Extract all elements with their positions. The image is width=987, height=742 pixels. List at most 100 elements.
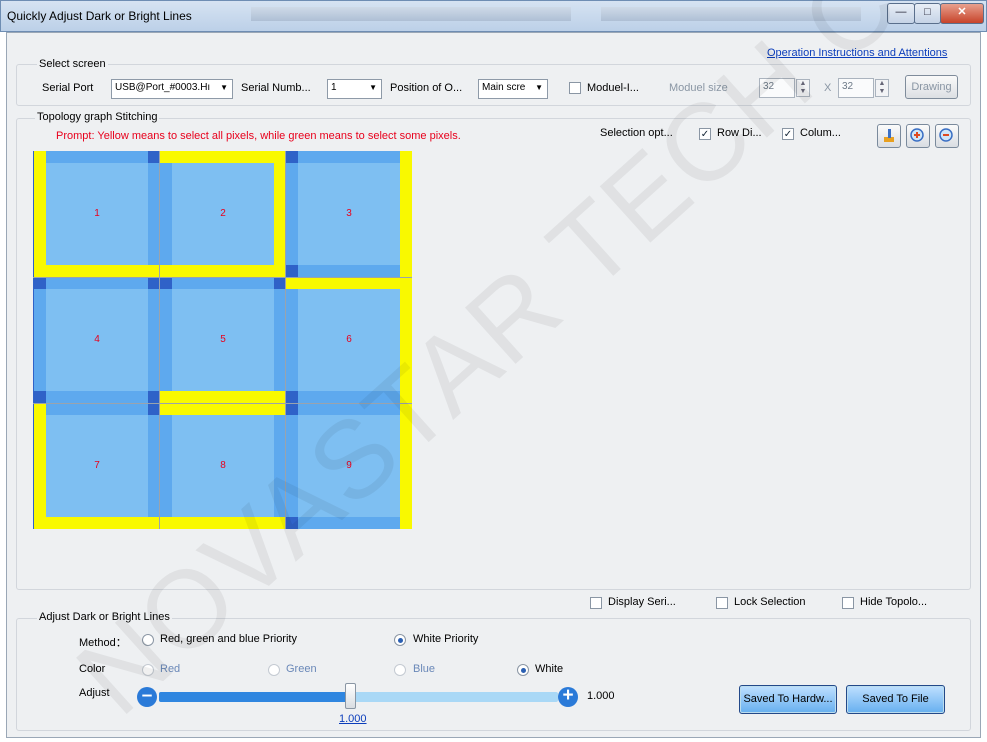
method-rgb-radio[interactable] [142, 634, 154, 646]
adjust-slider-track[interactable] [159, 683, 558, 709]
module-checkbox[interactable] [569, 82, 581, 94]
lock-selection-label: Lock Selection [734, 596, 806, 608]
topology-cell[interactable]: 6 [286, 277, 412, 403]
cell-edge [46, 277, 148, 289]
topology-cell[interactable]: 4 [34, 277, 160, 403]
cell-selected-edge [160, 517, 286, 529]
color-green-radio[interactable] [268, 664, 280, 676]
selection-options-label: Selection opt... [600, 127, 673, 139]
title-bar: Quickly Adjust Dark or Bright Lines — □ … [0, 0, 987, 32]
serial-port-value: USB@Port_#0003.Hı [115, 82, 211, 93]
drawing-button[interactable]: Drawing [905, 75, 958, 99]
adjust-slider-fill [159, 692, 351, 702]
column-direction-label: Colum... [800, 127, 841, 139]
position-select[interactable]: Main scre ▼ [478, 79, 548, 99]
minimize-button[interactable]: — [887, 3, 915, 24]
color-label: Color [79, 663, 106, 675]
topology-cell[interactable]: 2 [160, 151, 286, 277]
cell-selected-edge [160, 391, 286, 403]
maximize-button[interactable]: □ [914, 3, 941, 24]
grid-divider [159, 151, 160, 529]
serial-port-label: Serial Port [42, 82, 94, 94]
topology-cell[interactable]: 8 [160, 403, 286, 529]
plus-icon: + [562, 685, 574, 706]
module-width-input[interactable]: 32 [759, 78, 795, 98]
increase-button[interactable]: + [558, 685, 578, 707]
hide-topology-label: Hide Topolo... [860, 596, 928, 608]
adjust-label: Adjust [79, 687, 110, 699]
close-icon: ✕ [957, 6, 967, 18]
module-width-spinner[interactable]: ▲ ▼ [796, 79, 810, 97]
module-size-label: Moduel size [669, 82, 728, 94]
minus-icon: – [141, 685, 153, 706]
hide-topology-checkbox[interactable] [842, 597, 854, 609]
cell-edge [298, 403, 400, 415]
topology-cell[interactable]: 9 [286, 403, 412, 529]
close-button[interactable]: ✕ [940, 3, 984, 24]
color-blue-label: Blue [413, 663, 436, 675]
cell-selected-edge [160, 265, 286, 277]
cell-number: 9 [346, 460, 352, 471]
position-label: Position of O... [390, 82, 463, 94]
save-to-hardware-button[interactable]: Saved To Hardw... [739, 685, 837, 714]
topology-canvas[interactable]: 1 2 3 4 5 6 7 8 9 [33, 151, 412, 529]
topology-cell[interactable]: 7 [34, 403, 160, 529]
serial-port-select[interactable]: USB@Port_#0003.Hı ▼ [111, 79, 233, 99]
row-direction-label: Row Di... [717, 127, 762, 139]
cell-edge [172, 277, 274, 289]
position-value: Main scre [482, 82, 526, 93]
decrease-button[interactable]: – [137, 685, 157, 707]
save-to-file-button[interactable]: Saved To File [846, 685, 945, 714]
maximize-icon: □ [924, 6, 931, 18]
cell-number: 4 [94, 334, 100, 345]
cell-selected-edge [160, 151, 286, 163]
adjust-group-label: Adjust Dark or Bright Lines [37, 611, 172, 623]
topology-cell[interactable]: 3 [286, 151, 412, 277]
serial-number-value: 1 [331, 82, 337, 93]
cell-edge [46, 151, 148, 163]
topology-prompt: Prompt: Yellow means to select all pixel… [56, 130, 461, 142]
cell-selected-edge [286, 277, 412, 289]
adjust-value-below: 1.000 [339, 713, 367, 725]
title-bar-background-strip [601, 7, 861, 21]
serial-number-label: Serial Numb... [241, 82, 311, 94]
display-serial-label: Display Seri... [608, 596, 676, 608]
column-direction-checkbox[interactable]: ✓ [782, 128, 794, 140]
zoom-in-button[interactable] [906, 124, 930, 148]
topology-cell[interactable]: 5 [160, 277, 286, 403]
operation-instructions-link[interactable]: Operation Instructions and Attentions [767, 47, 947, 59]
lock-selection-checkbox[interactable] [716, 597, 728, 609]
clear-selection-button[interactable] [877, 124, 901, 148]
cell-number: 3 [346, 208, 352, 219]
method-white-radio[interactable] [394, 634, 406, 646]
module-height-input[interactable]: 32 [838, 78, 874, 98]
serial-number-select[interactable]: 1 ▼ [327, 79, 382, 99]
dropdown-arrow-icon: ▼ [220, 83, 228, 92]
color-white-label: White [535, 663, 564, 675]
zoom-out-button[interactable] [935, 124, 959, 148]
module-height-spinner[interactable]: ▲ ▼ [875, 79, 889, 97]
row-direction-checkbox[interactable]: ✓ [699, 128, 711, 140]
color-red-label: Red [160, 663, 181, 675]
cell-edge [46, 403, 148, 415]
topology-cell[interactable]: 1 [34, 151, 160, 277]
grid-divider [33, 277, 412, 278]
color-red-radio[interactable] [142, 664, 154, 676]
zoom-in-icon [910, 128, 924, 142]
display-serial-checkbox[interactable] [590, 597, 602, 609]
zoom-out-icon [939, 128, 953, 142]
cell-number: 8 [220, 460, 226, 471]
cell-edge [298, 265, 400, 277]
window-title: Quickly Adjust Dark or Bright Lines [7, 9, 192, 23]
topology-label: Topology graph Stitching [35, 111, 160, 123]
minimize-icon: — [895, 6, 907, 18]
cell-edge [298, 391, 400, 403]
module-checkbox-label: Moduel-I... [587, 82, 639, 94]
adjust-slider-thumb[interactable] [345, 683, 356, 709]
cell-number: 1 [94, 208, 100, 219]
color-blue-radio[interactable] [394, 664, 406, 676]
grid-divider [33, 403, 412, 404]
dropdown-arrow-icon: ▼ [535, 83, 543, 92]
color-white-radio[interactable] [517, 664, 529, 676]
method-white-label: White Priority [413, 633, 479, 645]
